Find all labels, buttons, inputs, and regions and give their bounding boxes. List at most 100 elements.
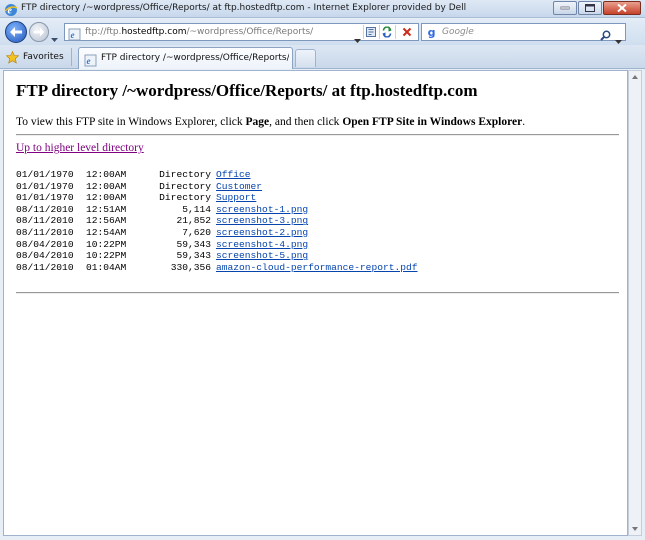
entry-name-cell: Customer	[211, 181, 262, 193]
entry-date: 08/11/2010	[16, 226, 74, 238]
back-button[interactable]	[5, 21, 27, 43]
entry-name-cell: screenshot-5.png	[211, 250, 308, 262]
favorites-button[interactable]: Favorites	[6, 49, 64, 65]
close-button[interactable]	[603, 1, 641, 15]
favorites-tab-bar: Favorites e FTP directory /~wordpress/Of…	[0, 45, 645, 69]
navigation-bar: e ftp://ftp.hostedftp.com/~wordpress/Off…	[0, 19, 645, 45]
entry-date: 08/11/2010	[16, 203, 74, 215]
listing-row: 08/11/2010 01:04AM 330,356 amazon-cloud-per…	[16, 262, 418, 274]
listing-row: 01/01/1970 12:00AM Directory Customer	[16, 181, 418, 193]
listing-row: 08/11/2010 12:54AM 7,620 screenshot-2.png	[16, 227, 418, 239]
entry-name-cell: amazon-cloud-performance-report.pdf	[211, 262, 418, 274]
file-link[interactable]: amazon-cloud-performance-report.pdf	[216, 262, 418, 273]
entry-date: 01/01/1970	[16, 192, 74, 204]
listing-row: 08/11/2010 12:51AM 5,114 screenshot-1.png	[16, 204, 418, 216]
listing-row: 01/01/1970 12:00AM Directory Office	[16, 169, 418, 181]
entry-date: 08/11/2010	[16, 215, 74, 227]
minimize-icon	[560, 6, 570, 10]
entry-name-cell: Office	[211, 169, 251, 181]
listing-row: 08/04/2010 10:22PM 59,343 screenshot-5.png	[16, 250, 418, 262]
entry-time: 12:00AM	[86, 169, 127, 180]
entry-date: 08/04/2010	[16, 238, 74, 250]
entry-size: 5,114	[182, 203, 211, 215]
entry-time: 12:51AM	[86, 203, 127, 215]
chevron-down-icon	[632, 527, 638, 531]
stop-button[interactable]	[395, 25, 418, 39]
star-icon	[6, 50, 19, 64]
compatibility-view-button[interactable]	[363, 25, 378, 39]
favorites-label: Favorites	[23, 52, 64, 62]
arrow-right-icon	[33, 27, 45, 37]
listing-row: 08/04/2010 10:22PM 59,343 screenshot-4.png	[16, 239, 418, 251]
entry-size: 330,356	[170, 261, 211, 273]
new-tab-button[interactable]	[295, 49, 316, 67]
entry-size: Directory	[159, 192, 211, 204]
entry-size: 59,343	[176, 250, 211, 262]
search-icon	[600, 30, 611, 41]
file-link[interactable]: screenshot-3.png	[216, 215, 308, 226]
divider	[16, 292, 619, 294]
entry-date: 08/11/2010	[16, 261, 74, 273]
vertical-scrollbar[interactable]	[628, 70, 642, 536]
scroll-down-button[interactable]	[629, 523, 641, 535]
folder-link[interactable]: Office	[216, 169, 251, 180]
entry-date: 01/01/1970	[16, 169, 74, 180]
toolbar-divider	[71, 48, 72, 66]
file-link[interactable]: screenshot-2.png	[216, 227, 308, 238]
compatibility-icon	[366, 27, 376, 37]
up-directory-link[interactable]: Up to higher level directory	[16, 142, 144, 154]
entry-name-cell: screenshot-1.png	[211, 204, 308, 216]
svg-text:e: e	[87, 56, 91, 66]
window-controls	[553, 1, 641, 15]
entry-time: 01:04AM	[86, 261, 127, 273]
entry-size: 21,852	[176, 215, 211, 227]
google-icon: g	[427, 26, 436, 39]
page-icon: e	[84, 52, 97, 67]
search-box[interactable]: g Google	[421, 23, 626, 44]
page-title: FTP directory /~wordpress/Office/Reports…	[16, 81, 478, 100]
tab-label: FTP directory /~wordpress/Office/Reports…	[101, 53, 289, 63]
file-link[interactable]: screenshot-1.png	[216, 204, 308, 215]
window-title: FTP directory /~wordpress/Office/Reports…	[21, 3, 467, 13]
scroll-up-button[interactable]	[629, 71, 641, 83]
maximize-button[interactable]	[578, 1, 602, 15]
entry-size: Directory	[159, 180, 211, 192]
divider	[16, 134, 619, 136]
entry-name-cell: screenshot-3.png	[211, 215, 308, 227]
refresh-button[interactable]	[379, 25, 394, 39]
file-link[interactable]: screenshot-4.png	[216, 239, 308, 250]
entry-time: 12:00AM	[86, 180, 127, 192]
close-icon	[617, 3, 627, 13]
maximize-icon	[585, 4, 595, 12]
refresh-icon	[382, 26, 392, 38]
listing-row: 01/01/1970 12:00AM Directory Support	[16, 192, 418, 204]
entry-time: 10:22PM	[86, 250, 127, 262]
arrow-left-icon	[10, 27, 22, 37]
entry-name-cell: screenshot-4.png	[211, 239, 308, 251]
entry-time: 12:54AM	[86, 226, 127, 238]
file-link[interactable]: screenshot-5.png	[216, 250, 308, 261]
entry-date: 08/04/2010	[16, 250, 74, 262]
entry-size: Directory	[159, 169, 211, 180]
entry-time: 12:56AM	[86, 215, 127, 227]
address-url[interactable]: ftp://ftp.hostedftp.com/~wordpress/Offic…	[85, 27, 313, 37]
svg-text:e: e	[71, 30, 75, 40]
entry-time: 12:00AM	[86, 192, 127, 204]
search-button[interactable]	[600, 26, 611, 45]
tab-ftp-directory[interactable]: e FTP directory /~wordpress/Office/Repor…	[78, 47, 293, 69]
entry-time: 10:22PM	[86, 238, 127, 250]
entry-size: 7,620	[182, 226, 211, 238]
forward-button[interactable]	[29, 22, 49, 42]
folder-link[interactable]: Support	[216, 192, 256, 203]
folder-link[interactable]: Customer	[216, 181, 262, 192]
chevron-down-icon	[354, 39, 361, 43]
search-input[interactable]: Google	[442, 27, 474, 37]
chevron-down-icon	[51, 38, 58, 42]
ie-icon: e	[4, 2, 18, 17]
minimize-button[interactable]	[553, 1, 577, 15]
chevron-up-icon	[632, 75, 638, 79]
directory-listing: 01/01/1970 12:00AM Directory Office 01/01/19…	[16, 169, 418, 273]
address-bar[interactable]: e ftp://ftp.hostedftp.com/~wordpress/Off…	[64, 23, 419, 43]
entry-size: 59,343	[176, 238, 211, 250]
entry-name-cell: Support	[211, 192, 256, 204]
